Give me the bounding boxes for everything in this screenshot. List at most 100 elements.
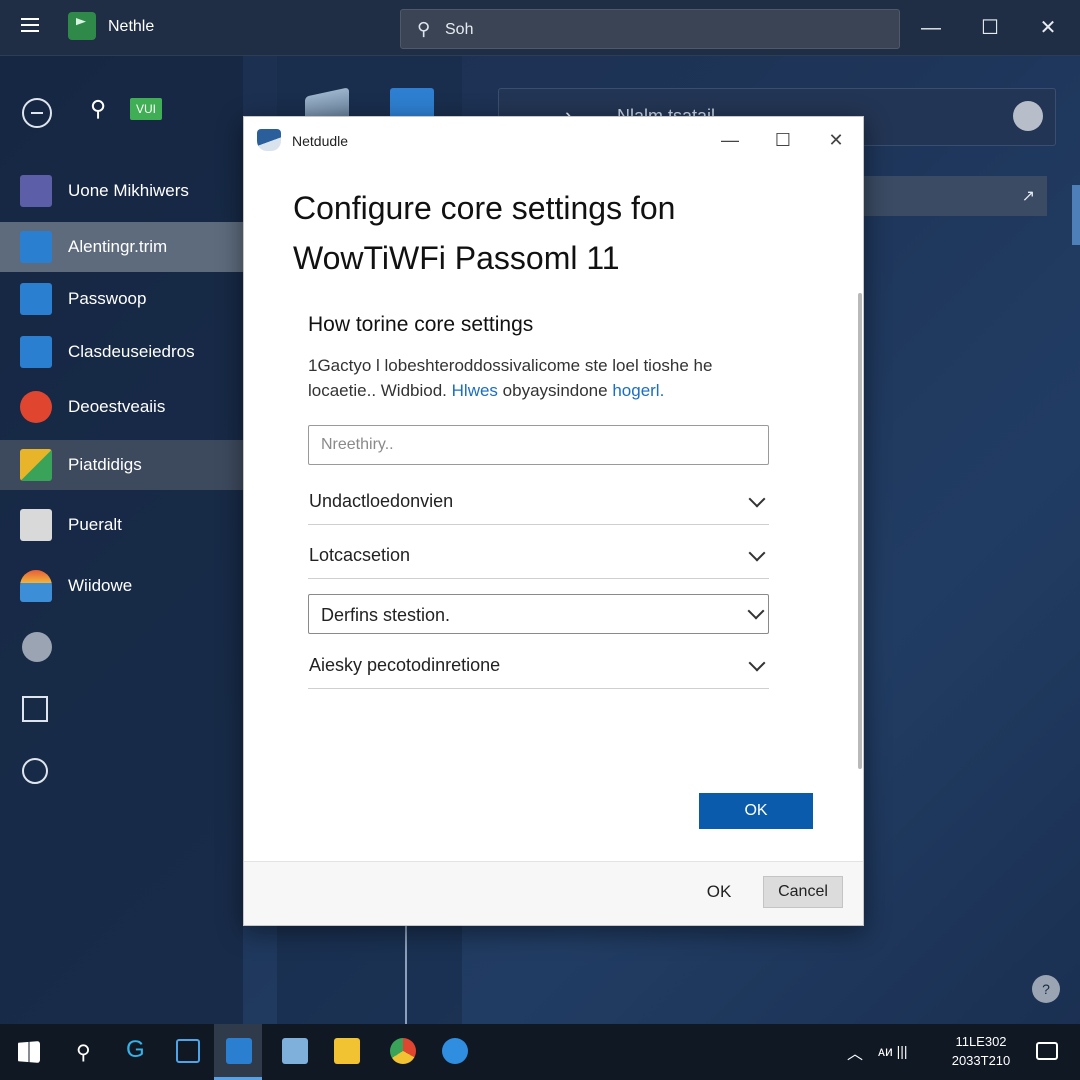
clock-icon[interactable]: [22, 758, 48, 784]
app-logo-icon: [68, 12, 96, 40]
chevron-down-icon: [748, 654, 766, 672]
account-icon[interactable]: [22, 632, 52, 662]
clock-date: 2033T210: [951, 1053, 1011, 1068]
chrome-icon: [390, 1038, 416, 1064]
sidebar-item-5[interactable]: Piatdidigs: [0, 440, 243, 490]
chevron-down-icon: [748, 490, 766, 508]
hamburger-menu-icon[interactable]: [16, 14, 44, 42]
chrome-icon: [20, 391, 52, 423]
search-bar[interactable]: ⚲ Soh: [400, 9, 900, 49]
settings-dialog: Netdudle — ☐ ✕ Configure core settings f…: [243, 116, 864, 926]
sidebar-item-label: Pueralt: [68, 515, 122, 534]
sidebar-item-7[interactable]: Wiidowe: [0, 561, 243, 611]
dialog-minimize-button[interactable]: —: [715, 127, 745, 153]
task-view-icon: [176, 1039, 200, 1063]
start-button[interactable]: [6, 1024, 54, 1080]
ok-primary-button[interactable]: OK: [699, 793, 813, 829]
display-icon: [20, 231, 52, 263]
taskbar-explorer-button[interactable]: [322, 1024, 370, 1080]
taskbar-files-button[interactable]: [270, 1024, 318, 1080]
help-icon[interactable]: ?: [1032, 975, 1060, 1003]
sidebar-item-6[interactable]: Pueralt: [0, 500, 243, 550]
taskbar-task-view-button[interactable]: [164, 1024, 212, 1080]
title-bar: Nethle ⚲ Soh — ☐ ✕: [0, 0, 1080, 56]
taskbar-edge-button[interactable]: G: [112, 1024, 160, 1080]
apps-grid-icon: [20, 175, 52, 207]
taskbar-chrome-button[interactable]: [378, 1024, 426, 1080]
windows-update-icon: [20, 570, 52, 602]
dialog-maximize-button[interactable]: ☐: [768, 127, 798, 153]
dropdown-label: Lotcacsetion: [309, 545, 411, 565]
taskbar-search-button[interactable]: ⚲: [60, 1024, 108, 1080]
sidebar-item-label: Piatdidigs: [68, 455, 142, 474]
sidebar-item-label: Deoestveaiis: [68, 397, 166, 416]
tray-chevron-up-icon[interactable]: ︿: [847, 1040, 863, 1064]
taskbar: ⚲ G ︿ ᴀᴎ ||| 11LE302 2033T210: [0, 1024, 1080, 1080]
dropdown-row[interactable]: Lotcacsetion: [308, 533, 769, 579]
dialog-title-bar: Netdudle — ☐ ✕: [244, 117, 865, 163]
settings-circle-icon: [20, 283, 52, 315]
dropdown-row[interactable]: Aiesky pecotodinretione: [308, 643, 769, 689]
windows-logo-icon: [18, 1041, 40, 1063]
search-icon: ⚲: [417, 19, 431, 39]
taskbar-settings-button[interactable]: [214, 1024, 262, 1080]
background-strip: ↗: [862, 176, 1047, 216]
description-line: 1Gactyo l lobeshteroddossivalicome ste l…: [308, 356, 713, 375]
sidebar-item-0[interactable]: Uone Mikhiwers: [0, 166, 243, 216]
dropdown-row[interactable]: Undactloedonvien: [308, 479, 769, 525]
chevron-down-icon: [747, 602, 765, 620]
taskbar-app-button[interactable]: [430, 1024, 478, 1080]
description-link[interactable]: hogerl.: [612, 381, 664, 400]
maximize-button[interactable]: ☐: [975, 14, 1005, 42]
dropdown-select[interactable]: Derfins stestion.: [308, 594, 769, 634]
description-text: obyaysindone: [502, 381, 608, 400]
screenshot-icon[interactable]: [22, 696, 48, 722]
sidebar-item-label: Uone Mikhiwers: [68, 181, 189, 200]
taskbar-clock[interactable]: 11LE302 2033T210: [946, 1032, 1016, 1070]
minus-circle-icon[interactable]: [22, 98, 52, 128]
settings-app-icon: [226, 1038, 252, 1064]
sidebar-item-label: Passwoop: [68, 289, 147, 308]
description-text: locaetie.. Widbiod.: [308, 381, 447, 400]
description-link[interactable]: Hlwes: [452, 381, 498, 400]
dialog-scrollbar[interactable]: [858, 293, 862, 769]
sidebar-item-4[interactable]: Deoestveaiis: [0, 382, 243, 432]
sidebar-item-3[interactable]: Clasdeuseiedros: [0, 327, 243, 377]
dialog-app-title: Netdudle: [292, 133, 349, 149]
sidebar-item-1[interactable]: Alentingr.trim: [0, 222, 243, 272]
dialog-subheading: How torine core settings: [308, 313, 534, 336]
photos-icon: [20, 449, 52, 481]
dropdown-label: Aiesky pecotodinretione: [309, 655, 501, 675]
heading-line: Configure core settings fon: [293, 190, 676, 226]
chevron-down-icon: [748, 544, 766, 562]
close-button[interactable]: ✕: [1033, 14, 1063, 42]
description-line: locaetie.. Widbiod. Hlwes obyaysindone h…: [308, 378, 788, 403]
avatar[interactable]: [1013, 101, 1043, 131]
heading-line: WowTiWFi Passoml 11: [293, 240, 620, 276]
edge-icon: G: [126, 1036, 145, 1063]
folder-icon: [334, 1038, 360, 1064]
app-title: Nethle: [108, 18, 155, 35]
expand-icon[interactable]: ↗: [1022, 186, 1035, 206]
dialog-close-button[interactable]: ✕: [821, 127, 851, 153]
dialog-heading: Configure core settings fon WowTiWFi Pas…: [293, 183, 813, 283]
sidebar-item-2[interactable]: Passwoop: [0, 274, 243, 324]
notification-button[interactable]: [1024, 1024, 1072, 1080]
tray-status-text: ᴀᴎ |||: [878, 1043, 908, 1059]
scroll-accent: [1072, 185, 1080, 245]
cancel-button[interactable]: Cancel: [763, 876, 843, 908]
clock-time: 11LE302: [955, 1034, 1007, 1049]
minimize-button[interactable]: —: [916, 14, 946, 42]
window-icon: [20, 336, 52, 368]
dropdown-label: Derfins stestion.: [321, 605, 451, 625]
sidebar-item-label: Wiidowe: [68, 576, 133, 595]
ok-button[interactable]: OK: [684, 876, 754, 908]
sidebar-item-label: Alentingr.trim: [68, 237, 168, 256]
search-text: Soh: [445, 21, 474, 38]
dialog-description: 1Gactyo l lobeshteroddossivalicome ste l…: [308, 353, 788, 403]
notification-icon: [1036, 1042, 1058, 1060]
document-icon: [282, 1038, 308, 1064]
sidebar-search-icon[interactable]: ⚲: [90, 96, 106, 122]
dialog-footer: OK Cancel: [244, 861, 863, 925]
setting-input[interactable]: [308, 425, 769, 465]
